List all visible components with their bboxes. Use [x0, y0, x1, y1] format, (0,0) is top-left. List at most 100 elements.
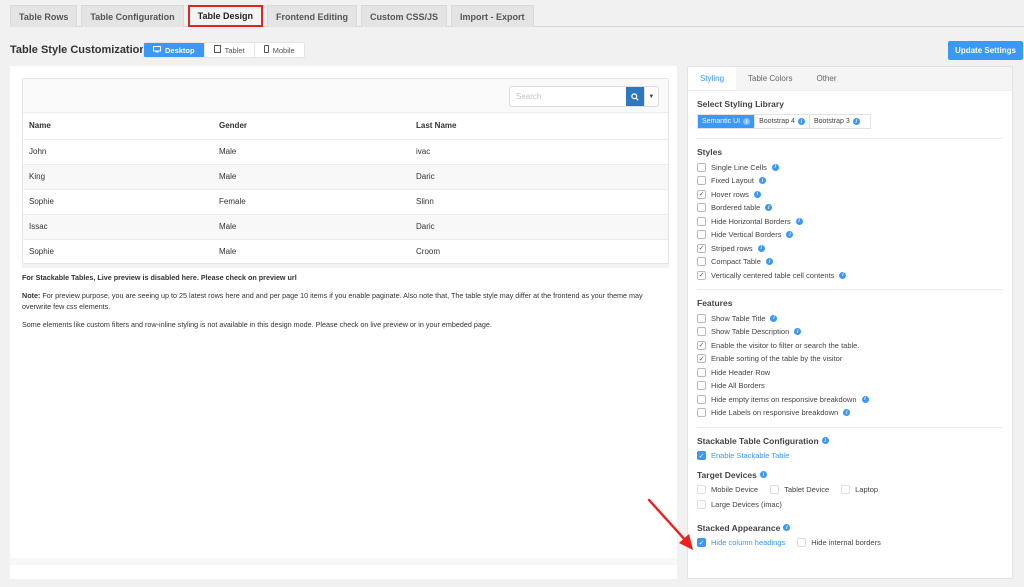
checkbox-hide-all-borders[interactable]: Hide All Borders [697, 381, 1003, 391]
checkbox-unchecked-icon [697, 230, 706, 239]
hide-internal-borders-checkbox[interactable]: Hide internal borders [797, 538, 881, 548]
info-icon[interactable]: i [759, 471, 767, 478]
checkbox-label: Enable Stackable Table [711, 451, 790, 460]
checkbox-unchecked-icon [697, 203, 706, 212]
checkbox-unchecked-icon [697, 394, 706, 404]
library-label: Semantic UI [702, 118, 741, 125]
target-laptop-checkbox[interactable]: Laptop [841, 485, 878, 495]
table-cell: Slinn [410, 189, 668, 215]
tablet-icon [213, 45, 221, 55]
checkbox-fixed-layout[interactable]: Fixed Layout i [697, 176, 1003, 186]
info-icon[interactable]: i [758, 177, 766, 184]
info-icon[interactable]: i [786, 231, 794, 238]
checkbox-bordered-table[interactable]: Bordered table i [697, 203, 1003, 213]
column-header-last-name[interactable]: Last Name [410, 113, 668, 140]
search-input[interactable] [510, 87, 626, 106]
info-icon[interactable]: i [795, 217, 803, 225]
stacked-appearance-list: ✓ Hide column headings Hide internal bor… [697, 538, 1003, 548]
device-tablet-button[interactable]: Tablet [205, 43, 255, 57]
table-cell: Croom [416, 247, 441, 257]
checkbox-checked-icon: ✓ [697, 354, 706, 363]
preview-footer-strip [10, 558, 677, 565]
hide-column-headings-checkbox[interactable]: ✓ Hide column headings [697, 538, 785, 548]
device-mobile-label: Mobile [272, 45, 295, 55]
tab-table-design[interactable]: Table Design [187, 5, 264, 27]
checkbox-single-line-cells[interactable]: Single Line Cells i [697, 162, 1003, 172]
column-header-gender[interactable]: Gender [213, 113, 410, 140]
checkbox-vertically-centered-table-cell-contents[interactable]: ✓ Vertically centered table cell contents… [697, 270, 1003, 280]
tab-table-rows[interactable]: Table Rows [10, 5, 78, 27]
info-icon[interactable]: i [843, 409, 851, 416]
styling-library-selector: Semantic UI i Bootstrap 4 i Bootstrap 3 … [697, 114, 871, 129]
checkbox-label: Hover rows [711, 189, 749, 199]
table-toolbar: ▼ [23, 79, 668, 113]
info-icon[interactable]: i [821, 437, 829, 444]
update-settings-button[interactable]: Update Settings [948, 41, 1023, 60]
checkbox-checked-icon: ✓ [697, 270, 706, 280]
enable-stackable-checkbox[interactable]: ✓ Enable Stackable Table [697, 451, 1003, 461]
info-icon[interactable]: i [783, 524, 791, 531]
checkbox-striped-rows[interactable]: ✓ Striped rows i [697, 243, 1003, 253]
table-cell: Sophie [29, 247, 54, 257]
search-button[interactable] [626, 87, 644, 106]
settings-panel: Styling Table Colors Other Select Stylin… [687, 66, 1013, 579]
checkbox-compact-table[interactable]: Compact Table i [697, 257, 1003, 267]
library-semantic-ui-button[interactable]: Semantic UI i [698, 115, 756, 128]
checkbox-enable-the-visitor-to-filter-or-search-the-table[interactable]: ✓ Enable the visitor to filter or search … [697, 340, 1003, 350]
checkbox-label: Hide internal borders [811, 538, 881, 547]
stacked-appearance-title: Stacked Appearance i [697, 523, 1003, 533]
info-icon[interactable]: i [765, 258, 773, 265]
checkbox-label: Mobile Device [711, 485, 759, 494]
checkbox-hide-header-row[interactable]: Hide Header Row [697, 367, 1003, 377]
table-cell: Male [213, 139, 410, 165]
checkbox-unchecked-icon [697, 408, 706, 417]
checkbox-hide-empty-items-on-responsive-breakdown[interactable]: Hide empty items on responsive breakdown… [697, 394, 1003, 404]
tab-custom-css-js[interactable]: Custom CSS/JS [361, 5, 448, 27]
checkbox-hide-labels-on-responsive-breakdown[interactable]: Hide Labels on responsive breakdown i [697, 408, 1003, 418]
checkbox-hide-vertical-borders[interactable]: Hide Vertical Borders i [697, 230, 1003, 240]
table-cell: Daric [410, 164, 668, 190]
target-mobile-checkbox[interactable]: Mobile Device [697, 485, 758, 495]
info-icon[interactable]: i [770, 314, 778, 322]
divider [22, 264, 669, 268]
divider [697, 426, 1003, 428]
tab-table-configuration[interactable]: Table Configuration [81, 5, 184, 27]
column-header-name[interactable]: Name [23, 113, 213, 140]
checkbox-hover-rows[interactable]: ✓ Hover rows i [697, 189, 1003, 199]
checkbox-hide-horizontal-borders[interactable]: Hide Horizontal Borders i [697, 216, 1003, 226]
settings-tab-other[interactable]: Other [804, 67, 848, 90]
info-icon[interactable]: i [765, 204, 773, 211]
table-header-row: Name Gender Last Name [23, 113, 668, 140]
library-bootstrap-4-button[interactable]: Bootstrap 4 i [755, 115, 810, 128]
checkbox-checked-icon: ✓ [697, 538, 706, 547]
settings-tab-table-colors[interactable]: Table Colors [736, 67, 804, 90]
checkbox-label: Tablet Device [784, 485, 830, 494]
info-icon[interactable]: i [861, 395, 869, 403]
info-icon[interactable]: i [794, 328, 802, 335]
info-icon: i [743, 118, 751, 125]
table-cell: Daric [410, 214, 668, 240]
info-icon[interactable]: i [771, 163, 779, 171]
info-icon[interactable]: i [753, 190, 761, 198]
settings-tab-styling[interactable]: Styling [688, 67, 737, 90]
device-desktop-button[interactable]: Desktop [144, 43, 205, 57]
search-options-dropdown[interactable]: ▼ [643, 87, 658, 106]
table-cell: ivac [410, 139, 668, 165]
info-icon[interactable]: i [757, 244, 765, 252]
preview-notes: For Stackable Tables, Live preview is di… [22, 272, 662, 338]
info-icon[interactable]: i [839, 271, 847, 279]
checkbox-enable-sorting-of-the-table-by-the-visitor[interactable]: ✓ Enable sorting of the table by the visi… [697, 354, 1003, 364]
checkbox-unchecked-icon [697, 381, 706, 390]
data-table: Name Gender Last Name John Male ivac Kin… [23, 113, 668, 264]
library-bootstrap-3-button[interactable]: Bootstrap 3 i [810, 115, 864, 128]
features-list: Show Table Title i Show Table Description i… [697, 313, 1003, 418]
target-large-devices-checkbox[interactable]: Large Devices (imac) [697, 500, 782, 510]
checkbox-show-table-description[interactable]: Show Table Description i [697, 327, 1003, 337]
tab-import-export[interactable]: Import - Export [451, 5, 534, 27]
checkbox-show-table-title[interactable]: Show Table Title i [697, 313, 1003, 323]
target-tablet-checkbox[interactable]: Tablet Device [770, 485, 829, 495]
tab-frontend-editing[interactable]: Frontend Editing [267, 5, 358, 27]
device-mobile-button[interactable]: Mobile [255, 43, 304, 57]
checkbox-label: Hide Vertical Borders [711, 230, 782, 239]
table-cell: Issac [23, 214, 213, 240]
